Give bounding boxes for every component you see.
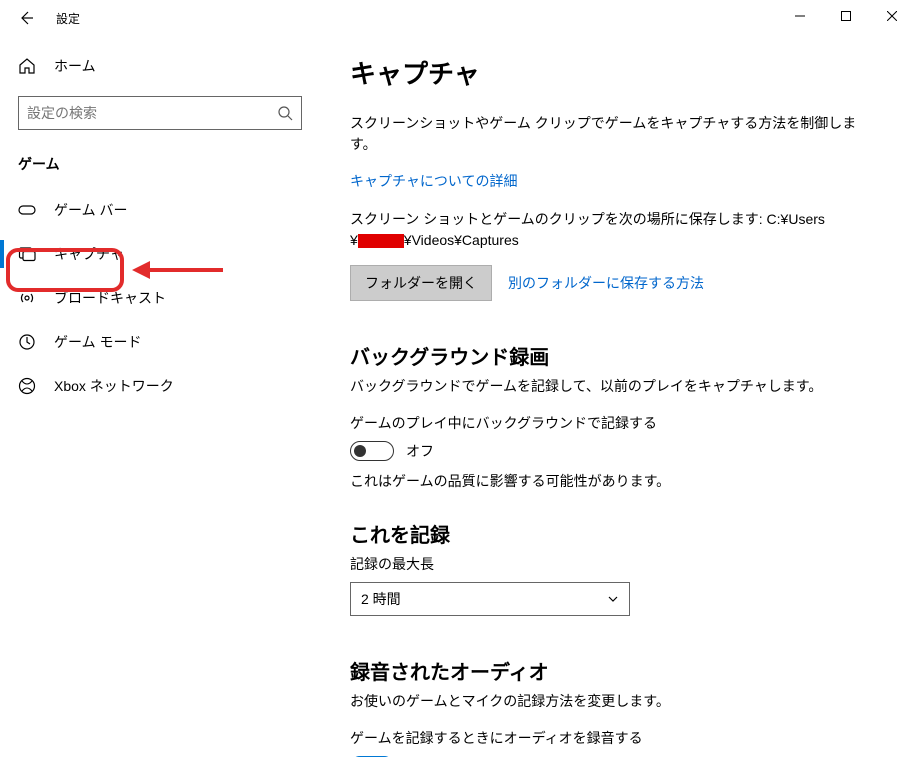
save-path-text: スクリーン ショットとゲームのクリップを次の場所に保存します: C:¥Users… bbox=[350, 209, 875, 251]
bg-toggle-label: ゲームのプレイ中にバックグラウンドで記録する bbox=[350, 413, 875, 433]
sidebar-item-gamebar[interactable]: ゲーム バー bbox=[0, 188, 320, 232]
bg-desc: バックグラウンドでゲームを記録して、以前のプレイをキャプチャします。 bbox=[350, 376, 875, 397]
redacted-username bbox=[358, 234, 404, 248]
maximize-button[interactable] bbox=[823, 0, 869, 32]
dropdown-value: 2 時間 bbox=[361, 589, 401, 609]
section-header-gaming: ゲーム bbox=[0, 148, 320, 188]
sidebar: ホーム ゲーム ゲーム バー キャプチャ ブロードキャスト ゲーム モード Xb bbox=[0, 36, 320, 757]
search-icon bbox=[277, 105, 293, 121]
search-input[interactable] bbox=[27, 105, 277, 121]
bg-heading: バックグラウンド録画 bbox=[350, 341, 875, 370]
bg-record-toggle[interactable] bbox=[350, 441, 394, 461]
gamemode-icon bbox=[18, 333, 36, 351]
sidebar-item-gamemode[interactable]: ゲーム モード bbox=[0, 320, 320, 364]
sidebar-item-capture[interactable]: キャプチャ bbox=[0, 232, 320, 276]
minimize-button[interactable] bbox=[777, 0, 823, 32]
open-folder-button[interactable]: フォルダーを開く bbox=[350, 265, 492, 301]
home-icon bbox=[18, 57, 36, 75]
record-max-label: 記録の最大長 bbox=[350, 554, 875, 574]
home-nav[interactable]: ホーム bbox=[0, 46, 320, 86]
nav-label: ゲーム バー bbox=[54, 200, 127, 220]
record-heading: これを記録 bbox=[350, 519, 875, 548]
learn-more-link[interactable]: キャプチャについての詳細 bbox=[350, 173, 517, 189]
broadcast-icon bbox=[18, 289, 36, 307]
bg-toggle-state: オフ bbox=[406, 441, 434, 461]
sidebar-item-xbox[interactable]: Xbox ネットワーク bbox=[0, 364, 320, 408]
audio-toggle-label: ゲームを記録するときにオーディオを録音する bbox=[350, 728, 875, 748]
nav-label: キャプチャ bbox=[54, 244, 124, 264]
nav-label: ゲーム モード bbox=[54, 332, 141, 352]
bg-note: これはゲームの品質に影響する可能性があります。 bbox=[350, 471, 875, 491]
gamebar-icon bbox=[18, 201, 36, 219]
capture-icon bbox=[18, 245, 36, 263]
nav-label: ブロードキャスト bbox=[54, 288, 166, 308]
other-folder-link[interactable]: 別のフォルダーに保存する方法 bbox=[508, 273, 704, 293]
chevron-down-icon bbox=[607, 593, 619, 605]
search-input-container[interactable] bbox=[18, 96, 302, 130]
content-pane: キャプチャ スクリーンショットやゲーム クリップでゲームをキャプチャする方法を制… bbox=[320, 36, 915, 757]
window-title: 設定 bbox=[56, 10, 80, 27]
sidebar-item-broadcast[interactable]: ブロードキャスト bbox=[0, 276, 320, 320]
audio-heading: 録音されたオーディオ bbox=[350, 656, 875, 685]
back-button[interactable] bbox=[14, 6, 38, 30]
nav-label: Xbox ネットワーク bbox=[54, 376, 174, 396]
max-length-dropdown[interactable]: 2 時間 bbox=[350, 582, 630, 616]
xbox-icon bbox=[18, 377, 36, 395]
home-label: ホーム bbox=[54, 56, 96, 76]
page-title: キャプチャ bbox=[350, 54, 875, 91]
audio-desc: お使いのゲームとマイクの記録方法を変更します。 bbox=[350, 691, 875, 712]
intro-text: スクリーンショットやゲーム クリップでゲームをキャプチャする方法を制御します。 bbox=[350, 113, 875, 155]
close-button[interactable] bbox=[869, 0, 915, 32]
